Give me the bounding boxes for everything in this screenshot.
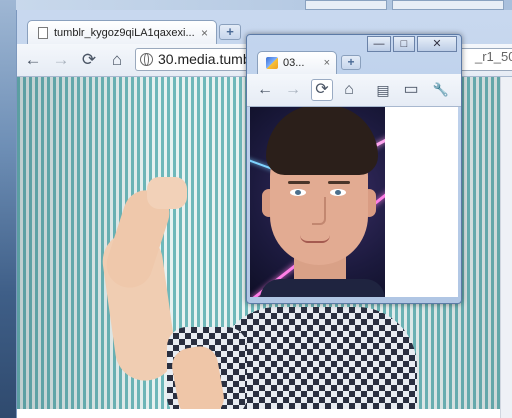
new-tab-button[interactable]: +	[341, 55, 361, 70]
background-window-edge	[392, 0, 504, 10]
home-icon[interactable]: ⌂	[339, 80, 359, 100]
reload-icon[interactable]: ⟳	[79, 50, 99, 70]
address-text: 30.media.tumb	[158, 51, 251, 67]
home-icon[interactable]: ⌂	[107, 50, 127, 70]
forward-arrow-icon[interactable]: →	[51, 50, 71, 70]
vertical-scrollbar[interactable]	[500, 77, 512, 418]
page-blank-area	[17, 409, 500, 418]
page-icon	[38, 26, 48, 39]
popup-tab[interactable]: 03... ×	[257, 51, 337, 74]
popup-toolbar: ← → ⟳ ⌂ ▤ ▭ 🔧	[247, 74, 461, 107]
reload-icon[interactable]: ⟳	[311, 79, 333, 101]
close-tab-icon[interactable]: ×	[324, 57, 330, 69]
main-tab[interactable]: tumblr_kygoz9qiLA1qaxexi... ×	[27, 20, 217, 44]
desktop-top-strip	[0, 0, 512, 10]
address-text-tail: _r1_500	[475, 49, 512, 64]
forward-arrow-icon[interactable]: →	[283, 80, 303, 100]
globe-icon	[140, 53, 153, 66]
new-tab-button[interactable]: +	[219, 24, 241, 40]
main-tab-title: tumblr_kygoz9qiLA1qaxexi...	[54, 26, 195, 39]
back-arrow-icon[interactable]: ←	[23, 50, 43, 70]
desktop-left-strip	[0, 0, 16, 418]
close-window-button[interactable]: ✕	[417, 36, 457, 52]
maximize-button[interactable]: □	[393, 36, 415, 52]
back-arrow-icon[interactable]: ←	[255, 80, 275, 100]
popup-tab-title: 03...	[283, 57, 305, 69]
favicon-icon	[266, 57, 278, 69]
popup-browser-window: — □ ✕ 03... × + ← → ⟳ ⌂ ▤ ▭ 🔧	[246, 34, 462, 304]
page-menu-icon[interactable]: ▤	[373, 80, 393, 100]
wrench-icon[interactable]: 🔧	[431, 80, 451, 100]
popup-page-content	[250, 107, 458, 297]
ruler-icon[interactable]: ▭	[401, 80, 421, 100]
close-tab-icon[interactable]: ×	[201, 26, 208, 40]
minimize-button[interactable]: —	[367, 36, 391, 52]
background-window-edge	[305, 0, 387, 10]
portrait-photo	[250, 107, 385, 297]
